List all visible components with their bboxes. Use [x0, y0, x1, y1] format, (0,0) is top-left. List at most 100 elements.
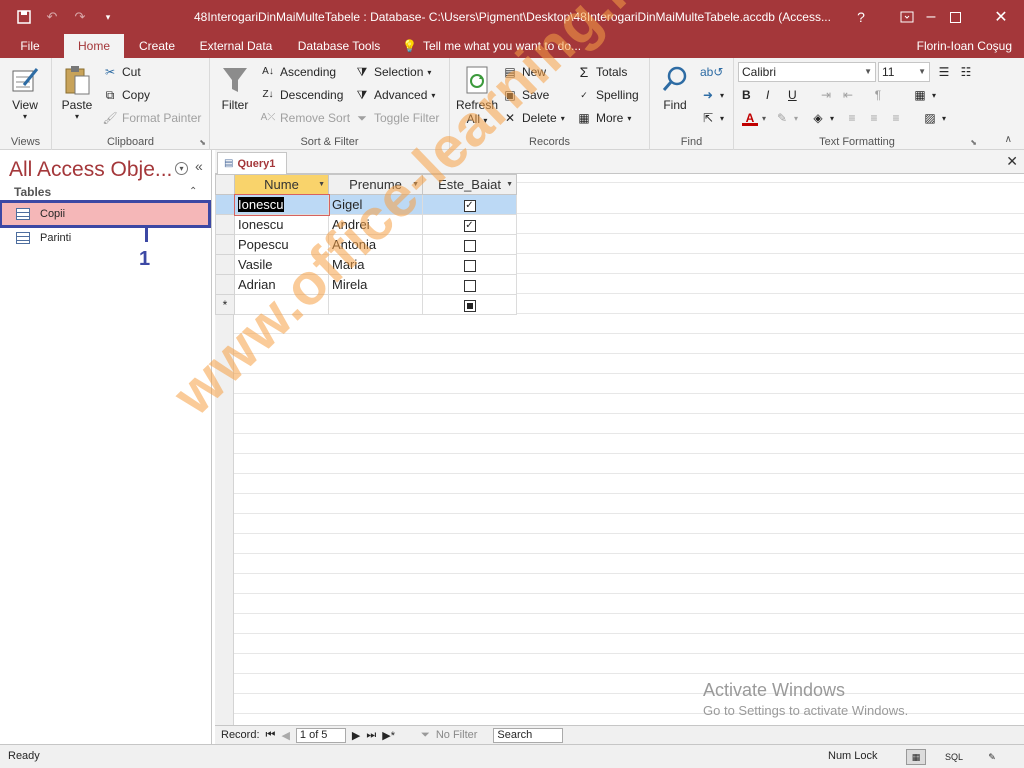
column-header-prenume[interactable]: Prenume ▼	[328, 174, 423, 195]
ascending-button[interactable]: A↓ Ascending	[260, 62, 336, 82]
maximize-button[interactable]	[932, 0, 978, 34]
no-filter-icon[interactable]: ⏷	[421, 729, 430, 742]
collapse-ribbon-icon[interactable]: ∧	[1005, 134, 1012, 145]
record-selector[interactable]	[215, 214, 235, 235]
refresh-all-button[interactable]: Refresh All ▾	[456, 62, 498, 126]
nav-item-parinti[interactable]: Parinti	[2, 227, 208, 249]
datasheet-view-icon[interactable]: ▦	[906, 749, 926, 765]
record-selector[interactable]	[215, 254, 235, 275]
checkbox-unchecked[interactable]	[463, 239, 476, 252]
cell-este-baiat[interactable]	[422, 294, 517, 315]
checkbox-unchecked[interactable]	[463, 279, 476, 292]
search-input[interactable]: Search	[493, 727, 564, 743]
cell-nume[interactable]: Popescu	[234, 234, 329, 255]
current-record-field[interactable]: 1 of 5	[295, 727, 346, 743]
select-all-corner[interactable]	[215, 174, 235, 195]
align-right-icon[interactable]: ≡	[888, 108, 904, 128]
bullets-icon[interactable]: ☰	[936, 62, 952, 82]
last-record-icon[interactable]: ⏭	[366, 729, 376, 742]
nav-section-tables[interactable]: Tables	[14, 185, 51, 199]
font-color-icon[interactable]: A ▾	[742, 108, 766, 128]
first-record-icon[interactable]: ⏮	[266, 729, 276, 742]
tab-create[interactable]: Create	[130, 34, 184, 58]
dialog-launcher-icon[interactable]: ⬊	[199, 138, 206, 147]
cell-este-baiat[interactable]	[422, 274, 517, 295]
dialog-launcher-icon[interactable]: ⬊	[970, 138, 977, 147]
close-button[interactable]: ✕	[978, 0, 1024, 34]
totals-button[interactable]: Σ Totals	[576, 62, 628, 82]
cell-prenume[interactable]: Andrei	[328, 214, 423, 235]
save-icon[interactable]	[10, 3, 38, 31]
view-button[interactable]: View ▾	[8, 62, 42, 121]
tab-file[interactable]: File	[10, 34, 50, 58]
checkbox-unchecked[interactable]	[463, 259, 476, 272]
previous-record-icon[interactable]: ◀	[281, 729, 289, 742]
cell-prenume[interactable]: Gigel	[328, 194, 423, 215]
alternate-row-color-icon[interactable]: ▨ ▾	[922, 108, 946, 128]
next-record-icon[interactable]: ▶	[352, 729, 360, 742]
tab-query1[interactable]: ▤ Query1	[217, 152, 287, 174]
record-selector[interactable]	[215, 274, 235, 295]
find-button[interactable]: Find	[658, 62, 692, 112]
italic-button[interactable]: I	[766, 85, 769, 105]
user-name[interactable]: Florin-Ioan Coşug	[917, 34, 1012, 58]
bold-button[interactable]: B	[742, 85, 751, 105]
cell-nume[interactable]: Ionescu	[233, 193, 330, 216]
sql-view-button[interactable]: SQL	[944, 749, 964, 765]
tab-database-tools[interactable]: Database Tools	[290, 34, 388, 58]
new-blank-record-icon[interactable]: ▶*	[382, 729, 395, 742]
copy-button[interactable]: ⧉ Copy	[102, 85, 150, 105]
tab-home[interactable]: Home	[64, 34, 124, 58]
design-view-icon[interactable]: ✎	[982, 749, 1002, 765]
filter-indicator[interactable]: No Filter	[436, 729, 478, 741]
cell-este-baiat[interactable]	[422, 254, 517, 275]
toggle-filter-button[interactable]: ⏷ Toggle Filter	[354, 108, 439, 128]
column-header-este-baiat[interactable]: Este_Baiat ▼	[422, 174, 517, 195]
tell-me-search[interactable]: 💡 Tell me what you want to do...	[402, 34, 592, 58]
align-left-icon[interactable]: ≡	[844, 108, 860, 128]
cell-prenume[interactable]: Maria	[328, 254, 423, 275]
paste-button[interactable]: Paste ▾	[60, 62, 94, 121]
fill-color-icon[interactable]: ◈ ▾	[810, 108, 834, 128]
redo-icon[interactable]: ↷	[66, 3, 94, 31]
paragraph-direction-icon[interactable]: ¶	[870, 85, 886, 105]
nav-item-copii[interactable]: Copii	[0, 200, 211, 228]
font-name-combo[interactable]: Calibri ▼	[738, 62, 876, 82]
gridlines-icon[interactable]: ▦ ▾	[912, 85, 936, 105]
nav-pane-title[interactable]: All Access Obje...	[9, 158, 172, 182]
checkbox-checked[interactable]: ✓	[463, 199, 476, 212]
cell-nume[interactable]: Ionescu	[234, 214, 329, 235]
more-button[interactable]: ▦ More ▾	[576, 108, 631, 128]
new-record-button[interactable]: ▤ New	[502, 62, 546, 82]
undo-icon[interactable]: ↶	[38, 3, 66, 31]
cell-nume[interactable]: Adrian	[234, 274, 329, 295]
nav-menu-dropdown-icon[interactable]: ▾	[175, 162, 188, 175]
cell-este-baiat[interactable]	[422, 234, 517, 255]
select-button[interactable]: ⇱ ▾	[700, 108, 724, 128]
selection-button[interactable]: ⧩ Selection ▾	[354, 62, 432, 82]
remove-sort-button[interactable]: A⤫ Remove Sort	[260, 108, 350, 128]
checkbox-null[interactable]	[463, 299, 476, 312]
cell-prenume[interactable]	[328, 294, 423, 315]
filter-button[interactable]: Filter	[218, 62, 252, 112]
cell-nume[interactable]: Vasile	[234, 254, 329, 275]
new-record-marker[interactable]: *	[215, 294, 235, 315]
save-record-button[interactable]: ▣ Save	[502, 85, 549, 105]
record-selector[interactable]	[215, 194, 235, 215]
checkbox-checked[interactable]: ✓	[463, 219, 476, 232]
font-size-combo[interactable]: 11 ▼	[878, 62, 930, 82]
shutter-bar-close-icon[interactable]: «	[195, 158, 203, 174]
cell-nume[interactable]	[234, 294, 329, 315]
go-to-button[interactable]: ➜ ▾	[700, 85, 724, 105]
descending-button[interactable]: Z↓ Descending	[260, 85, 343, 105]
tab-external-data[interactable]: External Data	[194, 34, 278, 58]
column-header-nume[interactable]: Nume ▼	[234, 174, 329, 195]
collapse-section-icon[interactable]: ⌃	[189, 186, 197, 197]
decrease-indent-icon[interactable]: ⇤	[840, 85, 856, 105]
help-button[interactable]: ?	[838, 0, 884, 34]
delete-record-button[interactable]: ✕ Delete ▾	[502, 108, 565, 128]
format-painter-button[interactable]: 🖌 Format Painter	[102, 108, 201, 128]
increase-indent-icon[interactable]: ⇥	[818, 85, 834, 105]
record-selector[interactable]	[215, 234, 235, 255]
cell-este-baiat[interactable]: ✓	[422, 214, 517, 235]
